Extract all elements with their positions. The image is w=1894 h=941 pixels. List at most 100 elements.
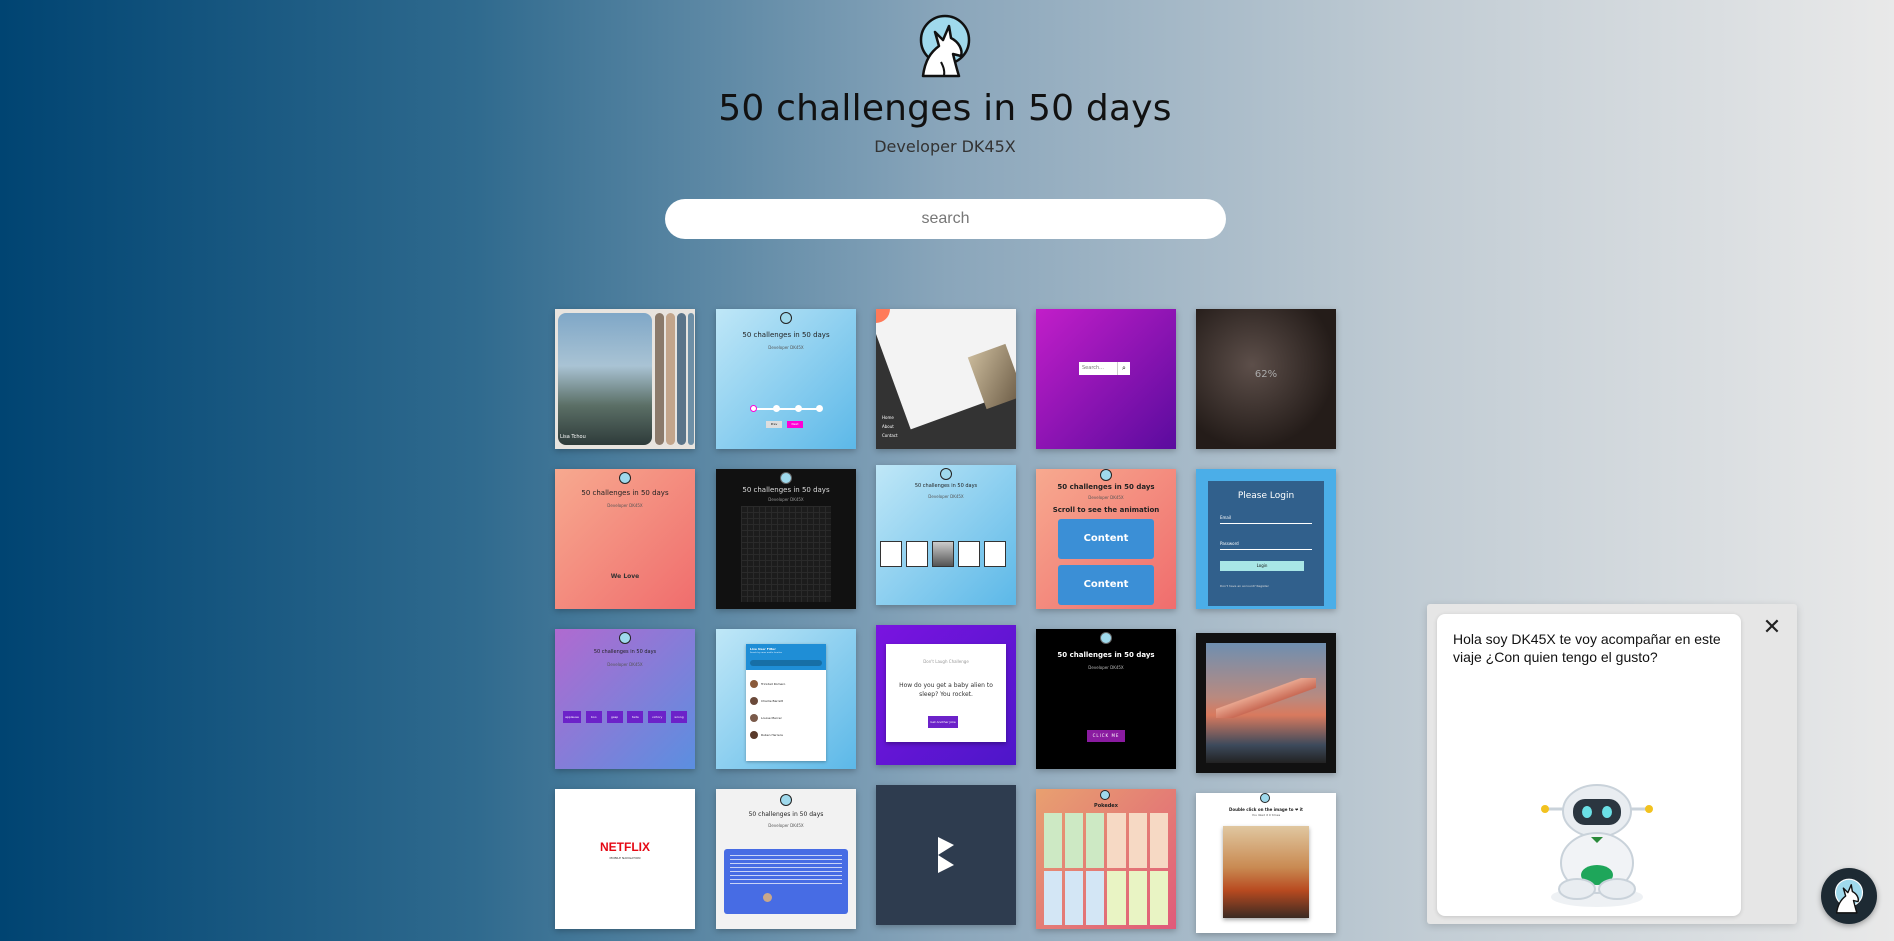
sound-button: gasp [606, 711, 623, 723]
sound-button: wrong [670, 711, 687, 723]
pokemon-grid [1044, 813, 1168, 925]
drop-box [880, 541, 902, 567]
wolf-logo-icon [913, 12, 977, 80]
next-button: Next [787, 421, 803, 428]
project-card-button-ripple[interactable]: 50 challenges in 50 days Developer DK45X… [1036, 629, 1176, 769]
project-card-drag-n-drop[interactable]: 50 challenges in 50 days Developer DK45X [876, 465, 1016, 605]
step-circle [816, 405, 823, 412]
project-card-hidden-search[interactable]: Search... ⌕ [1036, 309, 1176, 449]
user-list: Trinidad Romero Charlie Barrett Louise M… [750, 676, 785, 744]
filter-input [750, 660, 822, 666]
heart-sub: You liked it 0 times [1251, 813, 1281, 817]
card-title: 50 challenges in 50 days [742, 331, 830, 339]
card-subtitle: Developer DK45X [1088, 495, 1124, 500]
card-title: 50 challenges in 50 days [1057, 651, 1155, 659]
project-card-blurry-loading[interactable]: 62% [1196, 309, 1336, 449]
nav-item-about: About [882, 424, 894, 429]
wolf-logo-icon [940, 468, 952, 480]
joke-text: How do you get a baby alien to sleep? Yo… [899, 682, 993, 698]
project-card-double-click-heart[interactable]: Double click on the image to ❤ it You li… [1196, 793, 1336, 933]
nav-menu: Home About Contact [882, 413, 898, 440]
page-title: 50 challenges in 50 days [718, 88, 1172, 129]
card-strip [655, 313, 664, 445]
sound-buttons: applause boo gasp tada victory wrong [563, 711, 687, 723]
project-card-background-slider[interactable] [1196, 633, 1336, 773]
user-item: Charlie Barrett [750, 693, 785, 710]
login-button: Login [1220, 561, 1304, 571]
sound-button: boo [585, 711, 602, 723]
page-subtitle: Developer DK45X [874, 137, 1016, 156]
card-subtitle: Developer DK45X [1088, 665, 1124, 670]
password-label: Password [1220, 541, 1239, 546]
pokemon-card [1128, 813, 1147, 868]
project-card-live-user-filter[interactable]: Live User Filter Search by name and/or l… [716, 629, 856, 769]
pokemon-card [1107, 813, 1126, 868]
wolf-logo-icon [1100, 469, 1112, 481]
joke-button: Get Another Joke [928, 716, 958, 728]
nav-item-contact: Contact [882, 433, 898, 438]
robot-icon [1537, 779, 1657, 909]
wolf-logo-icon [780, 794, 792, 806]
project-card-progress-steps[interactable]: 50 challenges in 50 days Developer DK45X… [716, 309, 856, 449]
project-card-rotating-navigation[interactable]: Home About Contact [876, 309, 1016, 449]
wolf-logo-icon [1100, 632, 1112, 644]
project-card-scroll-animation[interactable]: 50 challenges in 50 days Developer DK45X… [1036, 469, 1176, 609]
prev-button: Prev [766, 421, 782, 428]
wolf-logo-icon [619, 472, 631, 484]
card-title: 50 challenges in 50 days [1057, 483, 1155, 491]
wolf-logo-icon [1100, 790, 1110, 800]
close-icon[interactable]: ✕ [1760, 616, 1784, 640]
hover-grid [741, 506, 831, 602]
project-card-hoverboard[interactable]: 50 challenges in 50 days Developer DK45X [716, 469, 856, 609]
nav-item-home: Home [882, 415, 894, 420]
card-title: 50 challenges in 50 days [581, 489, 669, 497]
chat-message: Hola soy DK45X te voy acompañar en este … [1453, 631, 1721, 665]
project-card-form-wave[interactable]: Please Login Email Password Login Don't … [1196, 469, 1336, 609]
sound-button: tada [627, 711, 644, 723]
pokemon-card [1044, 813, 1063, 868]
email-underline [1220, 523, 1312, 524]
search-icon: ⌕ [1117, 362, 1130, 375]
card-title: 50 challenges in 50 days [593, 649, 657, 655]
search-input[interactable] [665, 199, 1226, 239]
heart-image [1223, 826, 1309, 918]
project-card-we-love[interactable]: 50 challenges in 50 days Developer DK45X… [555, 469, 695, 609]
filter-sub: Search by name and/or location [750, 652, 782, 654]
project-card-sound-board[interactable]: 50 challenges in 50 days Developer DK45X… [555, 629, 695, 769]
chat-bubble: Hola soy DK45X te voy acompañar en este … [1437, 614, 1741, 916]
user-item: Trinidad Romero [750, 676, 785, 693]
pokemon-card [1044, 870, 1063, 925]
drop-box [958, 541, 980, 567]
pokedex-heading: Pokedex [1094, 803, 1118, 809]
project-card-pokedex[interactable]: Pokedex [1036, 789, 1176, 929]
wolf-logo-icon [619, 632, 631, 644]
card-subtitle: Developer DK45X [607, 662, 643, 667]
card-text: We Love [610, 573, 640, 580]
chat-toggle-button[interactable] [1821, 868, 1877, 924]
project-card-kinetic-loader[interactable] [876, 785, 1016, 925]
joke-heading: Don't Laugh Challenge [923, 659, 969, 664]
chat-widget: Hola soy DK45X te voy acompañar en este … [1427, 604, 1797, 924]
sound-button: applause [563, 711, 581, 723]
password-underline [1220, 549, 1312, 550]
pokemon-card [1065, 870, 1084, 925]
project-card-netflix-nav[interactable]: NETFLIX MOBILE NAVIGATION [555, 789, 695, 929]
pokemon-card [1086, 813, 1105, 868]
card-title: 50 challenges in 50 days [748, 811, 824, 818]
pokemon-card [1149, 813, 1168, 868]
project-card-dad-jokes[interactable]: Don't Laugh Challenge How do you get a b… [876, 625, 1016, 765]
login-heading: Please Login [1237, 491, 1295, 501]
step-circle [773, 405, 780, 412]
pokemon-card [1149, 870, 1168, 925]
project-card-testimonial-box[interactable]: 50 challenges in 50 days Developer DK45X [716, 789, 856, 929]
step-circle [750, 405, 757, 412]
pokemon-card [1086, 870, 1105, 925]
card-strip [677, 313, 686, 445]
card-strip [666, 313, 675, 445]
wolf-logo-icon [780, 312, 792, 324]
project-card-expanding-cards[interactable]: Lisa Tchou [555, 309, 695, 449]
progress-line [752, 408, 820, 410]
card-caption: Lisa Tchou [560, 434, 586, 440]
content-box: Content [1058, 519, 1154, 559]
drop-box [984, 541, 1006, 567]
